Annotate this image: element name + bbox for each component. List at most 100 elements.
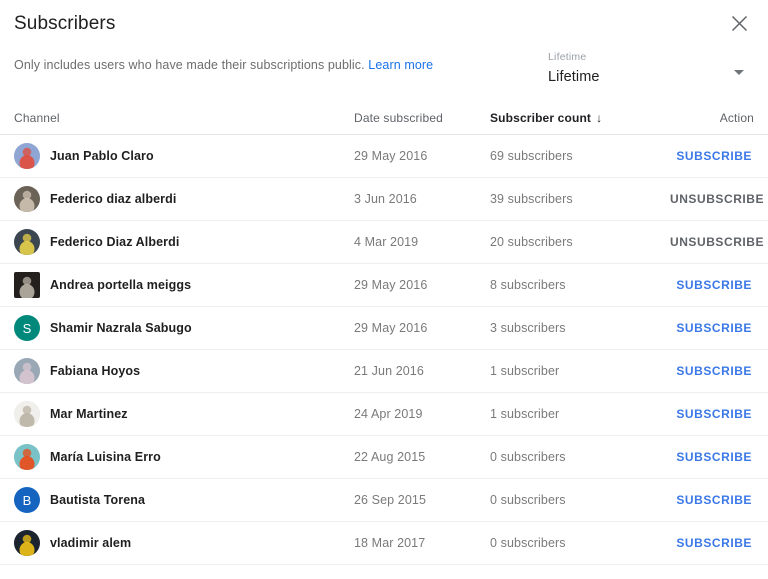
channel-cell[interactable]: Federico diaz alberdi [14, 186, 354, 212]
subscriber-count-cell: 20 subscribers [490, 235, 573, 249]
avatar: B [14, 487, 40, 513]
action-cell: SUBSCRIBE [668, 532, 754, 554]
action-cell: UNSUBSCRIBE [668, 231, 766, 253]
channel-name: Federico Diaz Alberdi [50, 235, 180, 249]
channel-name: vladimir alem [50, 536, 132, 550]
subheader-row: Only includes users who have made their … [0, 48, 768, 101]
date-subscribed-cell: 22 Aug 2015 [354, 450, 426, 464]
table-row: Andrea portella meiggs 29 May 2016 8 subsc… [0, 264, 768, 307]
action-cell: SUBSCRIBE [668, 317, 754, 339]
channel-cell[interactable]: Mar Martinez [14, 401, 354, 427]
subscriber-count-cell: 69 subscribers [490, 149, 573, 163]
table-header-row: Channel Date subscribed Subscriber count… [0, 101, 768, 135]
channel-name: Andrea portella meiggs [50, 278, 192, 292]
action-cell: SUBSCRIBE [668, 274, 754, 296]
subscribe-button[interactable]: SUBSCRIBE [674, 145, 754, 167]
dialog-header: Subscribers [0, 0, 768, 48]
channel-name: Mar Martinez [50, 407, 128, 421]
chevron-down-icon[interactable] [734, 70, 744, 75]
date-subscribed-cell: 24 Apr 2019 [354, 407, 423, 421]
avatar [14, 186, 40, 212]
column-header-subscriber-count-label: Subscriber count [490, 110, 592, 125]
avatar [14, 401, 40, 427]
period-select-label: Lifetime [548, 51, 587, 63]
public-subscriptions-note: Only includes users who have made their … [14, 48, 433, 73]
unsubscribe-button[interactable]: UNSUBSCRIBE [668, 188, 766, 210]
sort-descending-icon: ↓ [596, 110, 603, 125]
column-header-date-subscribed: Date subscribed [354, 110, 443, 125]
channel-name: Fabiana Hoyos [50, 364, 141, 378]
table-row: Mar Martinez 24 Apr 2019 1 subscriber SUBSC… [0, 393, 768, 436]
subscribe-button[interactable]: SUBSCRIBE [674, 532, 754, 554]
action-cell: SUBSCRIBE [668, 403, 754, 425]
column-header-channel: Channel [14, 110, 60, 125]
subscribe-button[interactable]: SUBSCRIBE [674, 274, 754, 296]
date-subscribed-cell: 3 Jun 2016 [354, 192, 417, 206]
subscriber-count-cell: 0 subscribers [490, 536, 566, 550]
avatar-photo [14, 358, 40, 384]
subscriber-count-cell: 1 subscriber [490, 407, 560, 421]
page-title: Subscribers [14, 13, 116, 34]
action-cell: SUBSCRIBE [668, 145, 754, 167]
channel-cell[interactable]: Juan Pablo Claro [14, 143, 354, 169]
avatar [14, 444, 40, 470]
subscriber-count-cell: 1 subscriber [490, 364, 560, 378]
subscribers-dialog: Subscribers Only includes users who have… [0, 0, 768, 579]
avatar [14, 358, 40, 384]
channel-name: Federico diaz alberdi [50, 192, 177, 206]
avatar-photo [14, 401, 40, 427]
table-row: vladimir alem 18 Mar 2017 0 subscribers SUB… [0, 522, 768, 565]
table-row: Federico diaz alberdi 3 Jun 2016 39 subscr… [0, 178, 768, 221]
action-cell: SUBSCRIBE [668, 489, 754, 511]
subscriber-count-cell: 39 subscribers [490, 192, 573, 206]
channel-name: Bautista Torena [50, 493, 146, 507]
subscribe-button[interactable]: SUBSCRIBE [674, 317, 754, 339]
subscriber-count-cell: 0 subscribers [490, 450, 566, 464]
period-select[interactable]: Lifetime Lifetime [548, 51, 750, 88]
unsubscribe-button[interactable]: UNSUBSCRIBE [668, 231, 766, 253]
channel-cell[interactable]: Fabiana Hoyos [14, 358, 354, 384]
subscribe-button[interactable]: SUBSCRIBE [674, 360, 754, 382]
action-cell: SUBSCRIBE [668, 360, 754, 382]
avatar-photo [14, 229, 40, 255]
channel-cell[interactable]: B Bautista Torena [14, 487, 354, 513]
table-row: S Shamir Nazrala Sabugo 29 May 2016 3 subsc… [0, 307, 768, 350]
table-row: Federico Diaz Alberdi 4 Mar 2019 20 subscr… [0, 221, 768, 264]
learn-more-link[interactable]: Learn more [368, 58, 433, 72]
avatar-photo [14, 143, 40, 169]
avatar-initial: S [14, 315, 40, 341]
avatar-photo [14, 530, 40, 556]
avatar-initial: B [14, 487, 40, 513]
column-header-action: Action [719, 110, 754, 125]
avatar [14, 143, 40, 169]
date-subscribed-cell: 29 May 2016 [354, 278, 428, 292]
channel-name: María Luisina Erro [50, 450, 161, 464]
table-row: Fabiana Hoyos 21 Jun 2016 1 subscriber SUBS… [0, 350, 768, 393]
subscribe-button[interactable]: SUBSCRIBE [674, 489, 754, 511]
channel-cell[interactable]: S Shamir Nazrala Sabugo [14, 315, 354, 341]
period-select-value: Lifetime [548, 69, 600, 85]
channel-name: Shamir Nazrala Sabugo [50, 321, 192, 335]
subscriber-count-cell: 3 subscribers [490, 321, 566, 335]
action-cell: SUBSCRIBE [668, 446, 754, 468]
channel-cell[interactable]: vladimir alem [14, 530, 354, 556]
avatar [14, 272, 40, 298]
channel-cell[interactable]: Andrea portella meiggs [14, 272, 354, 298]
table-row: Juan Pablo Claro 29 May 2016 69 subscriber… [0, 135, 768, 178]
close-icon[interactable] [724, 8, 754, 38]
table-row: María Luisina Erro 22 Aug 2015 0 subscribe… [0, 436, 768, 479]
date-subscribed-cell: 21 Jun 2016 [354, 364, 424, 378]
note-text: Only includes users who have made their … [14, 58, 365, 72]
column-header-subscriber-count[interactable]: Subscriber count ↓ [490, 111, 668, 125]
table-body: Juan Pablo Claro 29 May 2016 69 subscriber… [0, 135, 768, 565]
channel-cell[interactable]: María Luisina Erro [14, 444, 354, 470]
table-row: B Bautista Torena 26 Sep 2015 0 subscribers… [0, 479, 768, 522]
channel-cell[interactable]: Federico Diaz Alberdi [14, 229, 354, 255]
date-subscribed-cell: 18 Mar 2017 [354, 536, 426, 550]
subscribe-button[interactable]: SUBSCRIBE [674, 446, 754, 468]
subscribe-button[interactable]: SUBSCRIBE [674, 403, 754, 425]
avatar-photo [14, 272, 40, 298]
avatar [14, 530, 40, 556]
channel-name: Juan Pablo Claro [50, 149, 154, 163]
subscriber-count-cell: 8 subscribers [490, 278, 566, 292]
